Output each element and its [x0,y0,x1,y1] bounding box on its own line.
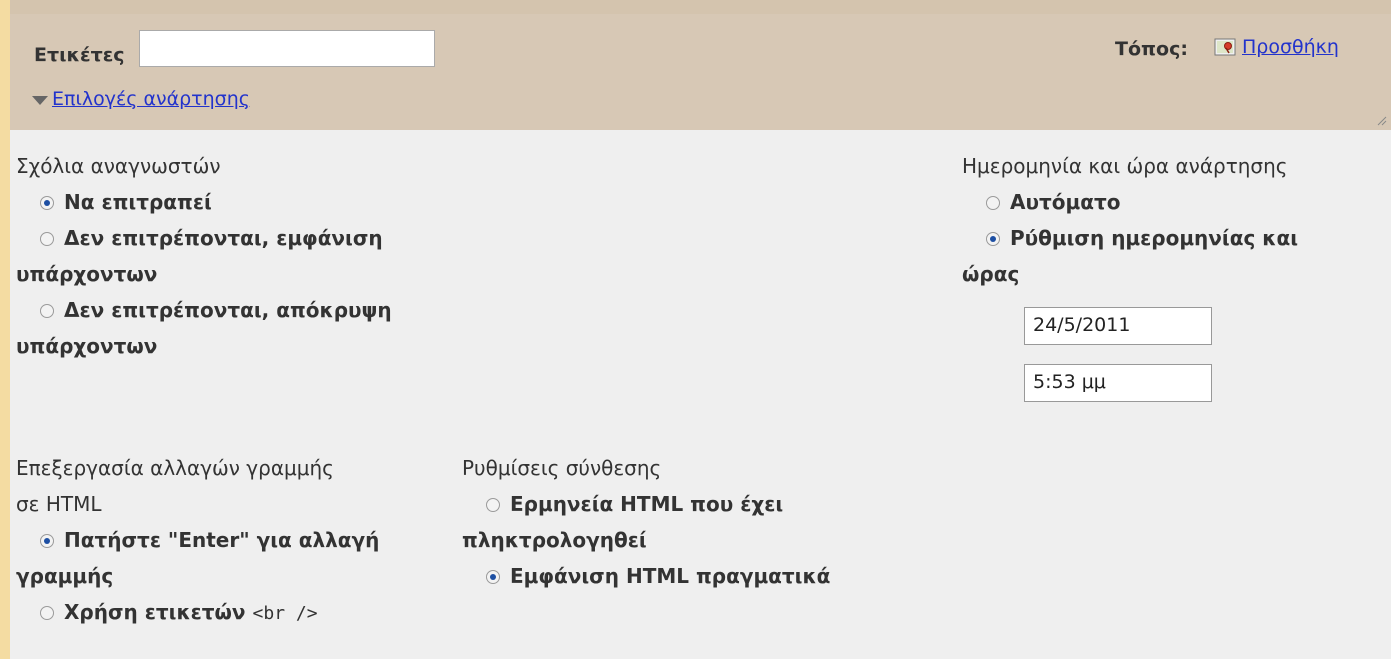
comments-disallow-show-option[interactable]: Δεν επιτρέπονται, εμφάνιση [16,220,392,256]
compose-settings-title: Ρυθμίσεις σύνθεσης [462,456,662,480]
option-label-continued: υπάρχοντων [16,334,158,358]
post-options-link[interactable]: Επιλογές ανάρτησης [52,88,250,110]
option-label: Χρήση ετικετών [64,600,246,624]
line-breaks-section: Επεξεργασία αλλαγών γραμμής σε HTML Πατή… [16,450,379,632]
option-label: Δεν επιτρέπονται, εμφάνιση [64,226,383,250]
option-label: Εμφάνιση HTML πραγματικά [510,564,831,588]
clipped-text-strip [10,0,1391,14]
option-label-continued: υπάρχοντων [16,262,158,286]
map-pin-icon[interactable] [1214,37,1236,57]
post-date-section: Ημερομηνία και ώρα ανάρτησης Αυτόματο Ρύ… [962,148,1298,292]
option-label-continued: ώρας [962,262,1020,286]
option-label: Δεν επιτρέπονται, απόκρυψη [64,298,392,322]
page-left-border [0,0,10,659]
show-html-literally-option[interactable]: Εμφάνιση HTML πραγματικά [462,558,830,594]
date-manual-option[interactable]: Ρύθμιση ημερομηνίας και [962,220,1298,256]
radio-icon[interactable] [486,498,500,512]
line-breaks-title-continued: σε HTML [16,492,102,516]
reader-comments-title: Σχόλια αναγνωστών [16,154,221,178]
tags-input[interactable] [139,30,435,67]
comments-disallow-hide-option[interactable]: Δεν επιτρέπονται, απόκρυψη [16,292,392,328]
br-tag-code: <br /> [252,603,318,624]
option-label: Ερμηνεία HTML που έχει [510,492,784,516]
radio-icon[interactable] [40,534,54,548]
add-location-link[interactable]: Προσθήκη [1242,36,1339,58]
radio-icon[interactable] [40,196,54,210]
option-label-continued: πληκτρολογηθεί [462,528,647,552]
date-auto-option[interactable]: Αυτόματο [962,184,1298,220]
comments-allow-option[interactable]: Να επιτραπεί [16,184,392,220]
collapse-arrow-icon[interactable] [32,96,48,105]
option-label: Να επιτραπεί [64,190,212,214]
location-label: Τόπος: [1115,38,1188,60]
reader-comments-section: Σχόλια αναγνωστών Να επιτραπεί Δεν επιτρ… [16,148,392,364]
radio-icon[interactable] [40,304,54,318]
option-label: Αυτόματο [1010,190,1121,214]
post-date-title: Ημερομηνία και ώρα ανάρτησης [962,154,1288,178]
option-label: Πατήστε "Enter" για αλλαγή [64,528,380,552]
line-breaks-title: Επεξεργασία αλλαγών γραμμής [16,456,334,480]
compose-settings-section: Ρυθμίσεις σύνθεσης Ερμηνεία HTML που έχε… [462,450,830,594]
br-tags-option[interactable]: Χρήση ετικετών <br /> [16,594,379,632]
radio-icon[interactable] [986,196,1000,210]
date-input[interactable]: 24/5/2011 [1024,307,1212,345]
option-label: Ρύθμιση ημερομηνίας και [1010,226,1299,250]
radio-icon[interactable] [40,606,54,620]
radio-icon[interactable] [986,232,1000,246]
interpret-html-option[interactable]: Ερμηνεία HTML που έχει [462,486,830,522]
resize-handle-icon[interactable] [1377,116,1387,126]
radio-icon[interactable] [486,570,500,584]
option-label-continued: γραμμής [16,564,114,588]
tags-label: Ετικέτες [34,44,125,66]
time-input[interactable]: 5:53 μμ [1024,364,1212,402]
radio-icon[interactable] [40,232,54,246]
enter-newline-option[interactable]: Πατήστε "Enter" για αλλαγή [16,522,379,558]
